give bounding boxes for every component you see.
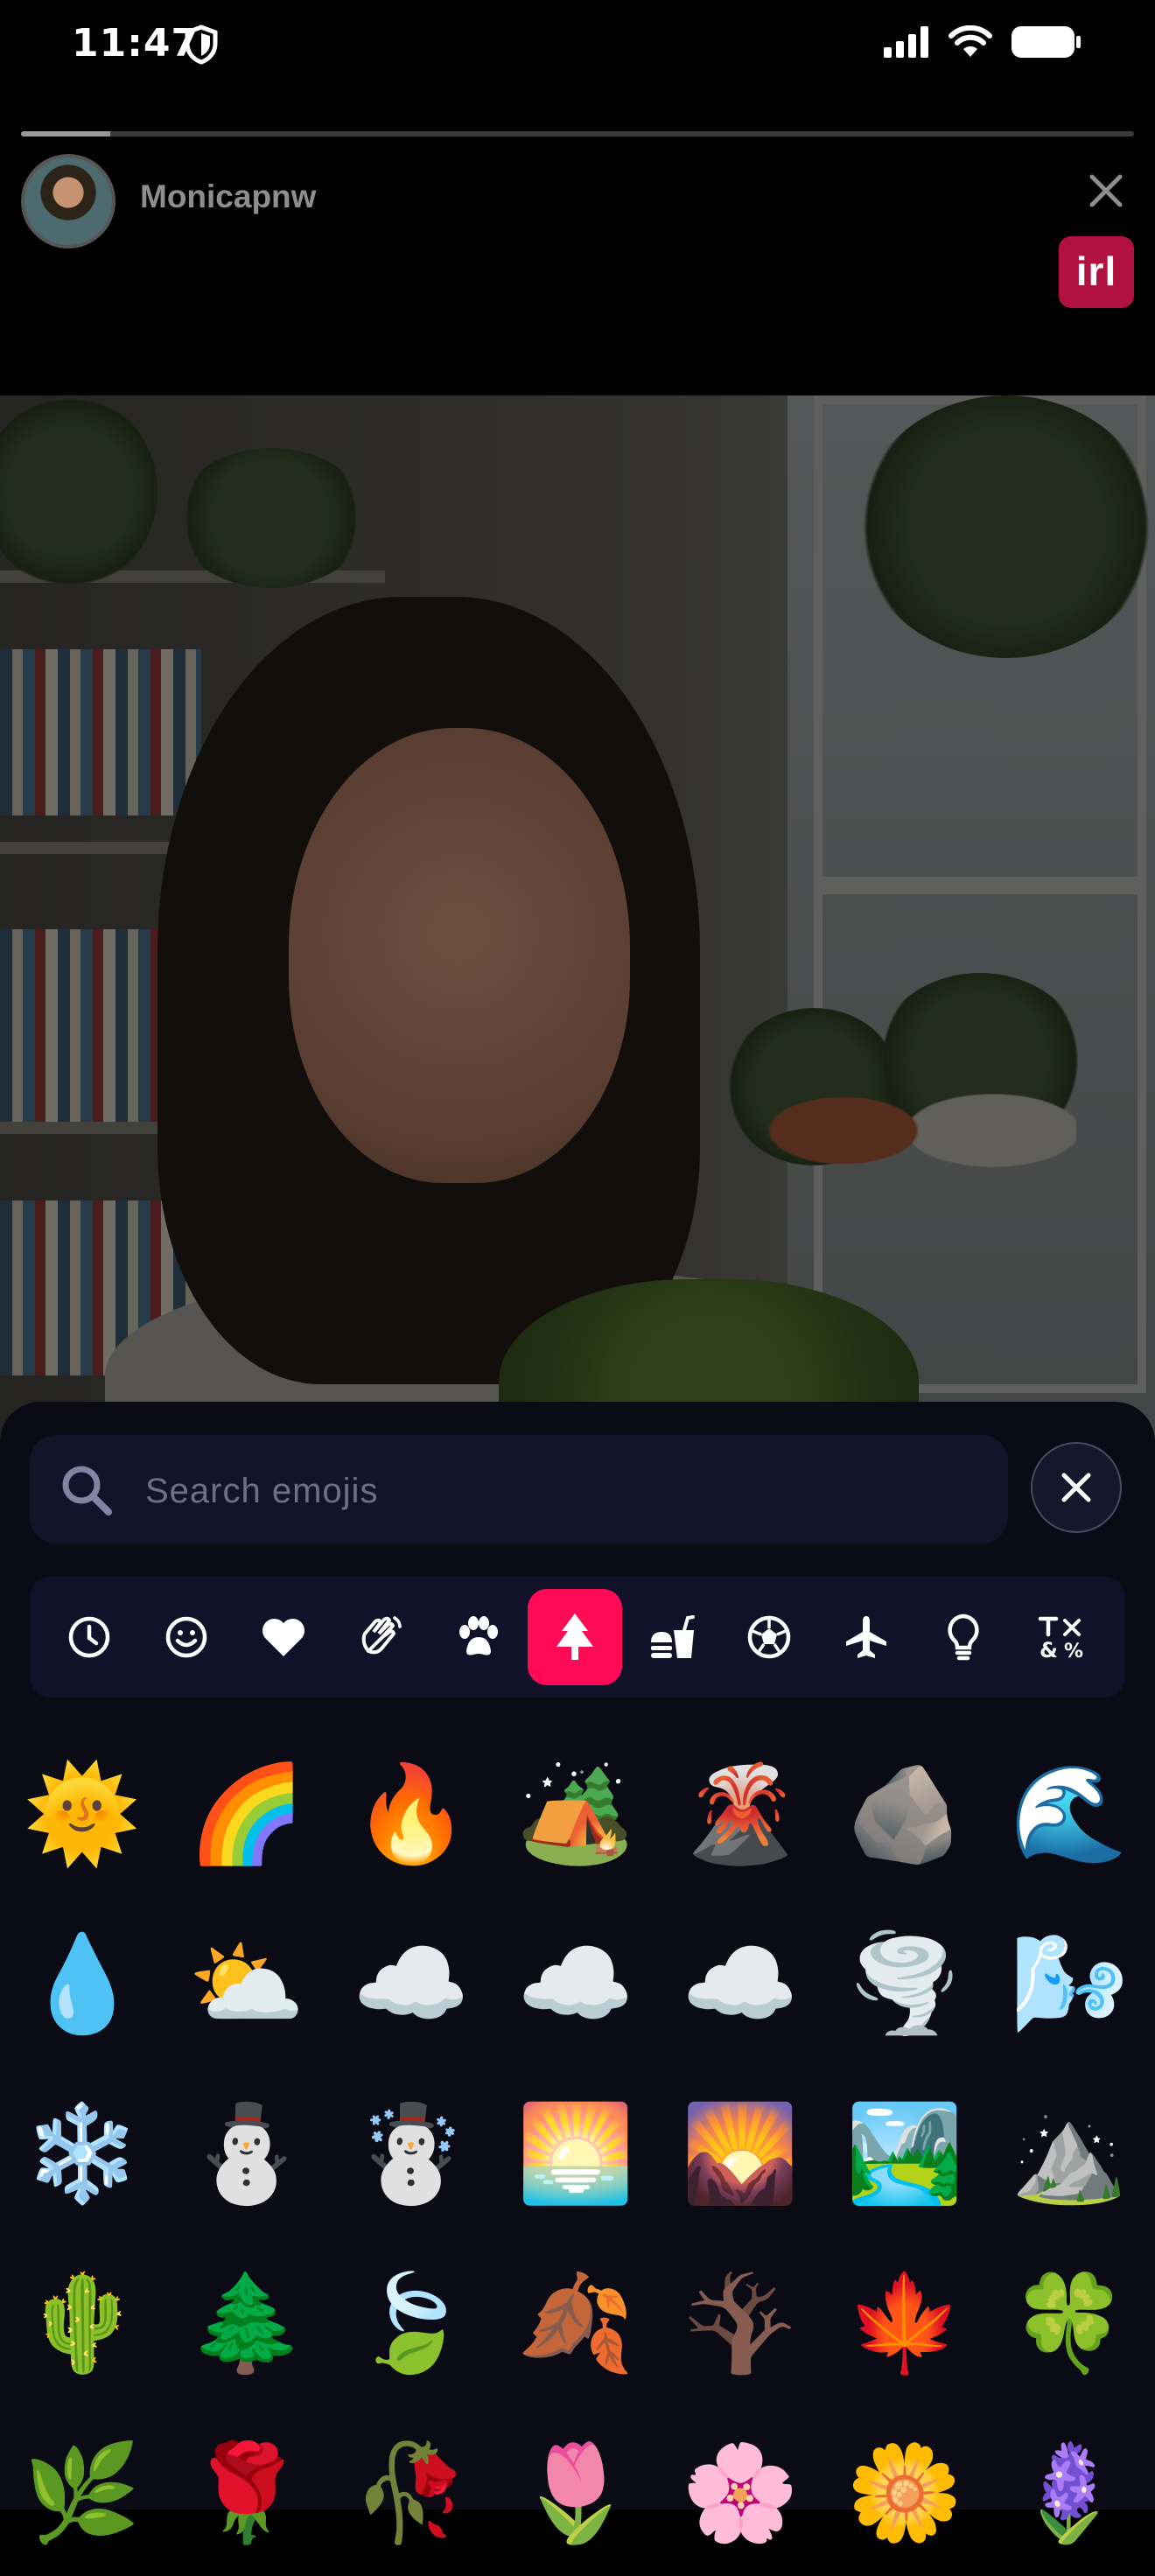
tab-objects[interactable] [916, 1589, 1011, 1685]
tab-recent[interactable] [42, 1589, 136, 1685]
food-icon [651, 1615, 695, 1658]
signal-icon [884, 26, 928, 58]
status-bar: 11:47 [0, 0, 1155, 96]
wifi-icon [948, 25, 992, 57]
waving-hand-icon [361, 1616, 402, 1655]
svg-text:%: % [1064, 1641, 1083, 1661]
emoji-cell[interactable]: 🌅 [494, 2072, 658, 2236]
emoji-cell[interactable]: ⛅ [164, 1902, 329, 2067]
close-picker-button[interactable] [1031, 1442, 1122, 1533]
search-placeholder: Search emojis [145, 1472, 379, 1510]
emoji-cell[interactable]: 🔥 [329, 1732, 494, 1897]
tab-nature[interactable] [528, 1589, 622, 1685]
emoji-cell[interactable]: 🌄 [658, 2072, 822, 2236]
close-icon [1061, 1473, 1091, 1502]
tab-people[interactable] [333, 1589, 428, 1685]
emoji-cell[interactable]: 🌸 [658, 2412, 822, 2576]
tab-activities[interactable] [722, 1589, 816, 1685]
clock-icon [68, 1616, 110, 1658]
emoji-cell[interactable]: 🏞️ [822, 2072, 987, 2236]
avatar[interactable] [21, 154, 116, 248]
story-progress-bar [21, 131, 1134, 136]
emoji-cell[interactable]: 🍀 [987, 2242, 1152, 2406]
emoji-cell[interactable]: 🌈 [164, 1732, 329, 1897]
story-progress-fill [21, 131, 110, 136]
battery-icon [1012, 26, 1081, 58]
emoji-cell[interactable]: 🌿 [0, 2412, 164, 2576]
emoji-cell[interactable]: 🌬️ [987, 1902, 1152, 2067]
emoji-cell[interactable]: 🏕️ [494, 1732, 658, 1897]
tab-symbols[interactable]: & % [1013, 1589, 1108, 1685]
emoji-grid: 🌞 🌈 🔥 🏕️ 🌋 🪨 🌊 💧 ⛅ ☁️ ☁️ ☁️ 🌪️ 🌬️ ❄️ ⛄ ☃️ 🌅 🌄 🏞️ ⛰️ 🌵 🌲 🍃 🍂 🪾 🍁 🍀 🌿 🌹… [0, 1732, 1155, 2541]
status-time: 11:47 [72, 21, 200, 66]
emoji-cell[interactable]: 🪻 [987, 2412, 1152, 2576]
emoji-cell[interactable]: ☁️ [494, 1902, 658, 2067]
close-story-icon[interactable] [1082, 166, 1130, 215]
emoji-cell[interactable]: ⛰️ [987, 2072, 1152, 2236]
story-username[interactable]: Monicapnw [140, 178, 316, 215]
emoji-cell[interactable]: 🥀 [329, 2412, 494, 2576]
smiley-icon [165, 1616, 207, 1658]
emoji-cell[interactable]: 🍂 [494, 2242, 658, 2406]
emoji-cell[interactable]: 🪨 [822, 1732, 987, 1897]
lightbulb-icon [948, 1614, 979, 1661]
emoji-cell[interactable]: 🪾 [658, 2242, 822, 2406]
emoji-cell[interactable]: ☁️ [658, 1902, 822, 2067]
svg-text:&: & [1040, 1638, 1058, 1661]
heart-icon [262, 1618, 305, 1656]
search-icon [62, 1466, 112, 1516]
emoji-cell[interactable]: 🌹 [164, 2412, 329, 2576]
emoji-cell[interactable]: 🌋 [658, 1732, 822, 1897]
story-header: Monicapnw irl [21, 154, 1134, 308]
tab-animals[interactable] [430, 1589, 525, 1685]
story-photo [0, 396, 1155, 1446]
tree-icon [556, 1614, 593, 1660]
emoji-category-bar: & % [30, 1577, 1125, 1698]
emoji-cell[interactable]: 🌵 [0, 2242, 164, 2406]
tab-hearts[interactable] [236, 1589, 331, 1685]
emoji-cell[interactable]: 🌲 [164, 2242, 329, 2406]
shield-icon [185, 24, 218, 65]
emoji-cell[interactable]: 🌷 [494, 2412, 658, 2576]
emoji-cell[interactable]: 🌊 [987, 1732, 1152, 1897]
emoji-cell[interactable]: ⛄ [164, 2072, 329, 2236]
emoji-cell[interactable]: ☁️ [329, 1902, 494, 2067]
emoji-cell[interactable]: 🍁 [822, 2242, 987, 2406]
emoji-cell[interactable]: ❄️ [0, 2072, 164, 2236]
tab-food[interactable] [625, 1589, 719, 1685]
emoji-search-field[interactable]: Search emojis [30, 1435, 1008, 1544]
emoji-cell[interactable]: 🍃 [329, 2242, 494, 2406]
emoji-cell[interactable]: 🌞 [0, 1732, 164, 1897]
symbols-icon: & % [1038, 1616, 1083, 1661]
irl-badge[interactable]: irl [1059, 236, 1134, 308]
emoji-cell[interactable]: 🌼 [822, 2412, 987, 2576]
tab-travel[interactable] [819, 1589, 914, 1685]
emoji-cell[interactable]: 💧 [0, 1902, 164, 2067]
airplane-icon [846, 1616, 886, 1658]
paw-icon [459, 1616, 498, 1656]
emoji-cell[interactable]: 🌪️ [822, 1902, 987, 2067]
emoji-cell[interactable]: ☃️ [329, 2072, 494, 2236]
tab-smileys[interactable] [139, 1589, 234, 1685]
emoji-picker-sheet: Search emojis & % 🌞 🌈 🔥 🏕️ 🌋 🪨 🌊 💧 ⛅ ☁️ … [0, 1402, 1155, 2541]
soccer-ball-icon [747, 1615, 791, 1659]
